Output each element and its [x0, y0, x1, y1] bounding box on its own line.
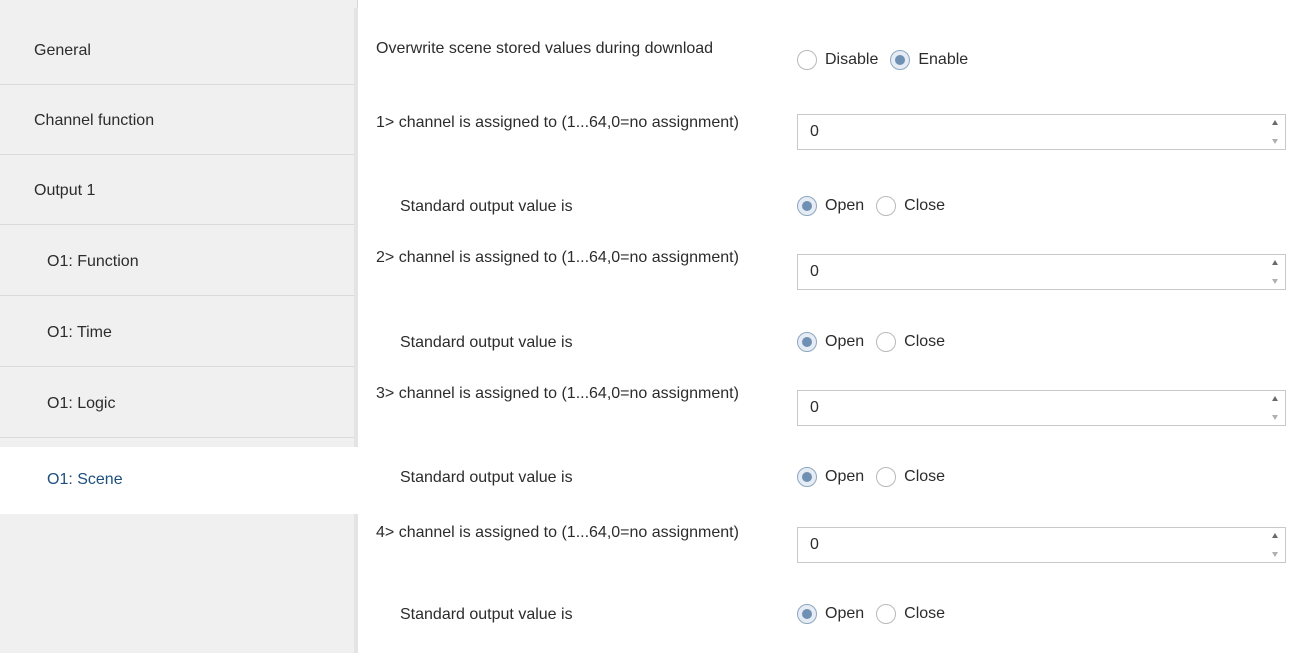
sidebar-item-label: Output 1 [34, 182, 96, 199]
radio-unchecked-icon [797, 50, 817, 70]
arrow-up-icon[interactable] [1272, 260, 1278, 265]
channel-1-output-radio-group: Open Close [797, 196, 957, 216]
radio-checked-icon [797, 332, 817, 352]
sidebar-item-general[interactable]: General [0, 18, 355, 85]
radio-checked-icon [797, 604, 817, 624]
radio-label: Open [825, 333, 865, 350]
stepper-value: 0 [810, 536, 819, 553]
stepper-value: 0 [810, 123, 819, 140]
channel-3-output-label: Standard output value is [400, 469, 573, 486]
arrow-down-icon[interactable] [1272, 415, 1278, 420]
sidebar-item-o1-time[interactable]: O1: Time [0, 300, 355, 367]
radio-checked-icon [890, 50, 911, 70]
channel-3-assign-stepper[interactable]: 0 [797, 390, 1286, 426]
radio-label: Close [904, 333, 946, 350]
parameter-panel: Overwrite scene stored values during dow… [360, 0, 1299, 653]
channel-3-close-radio[interactable]: Close [876, 467, 945, 487]
channel-2-output-radio-group: Open Close [797, 332, 957, 352]
channel-4-assign-stepper[interactable]: 0 [797, 527, 1286, 563]
radio-checked-icon [797, 467, 817, 487]
channel-4-open-radio[interactable]: Open [797, 604, 864, 624]
sidebar-item-label: General [34, 42, 91, 59]
sidebar-item-label: O1: Time [47, 324, 112, 341]
overwrite-radio-group: Disable Enable [797, 50, 980, 70]
channel-4-output-label: Standard output value is [400, 606, 573, 623]
sidebar-item-label: O1: Logic [47, 395, 116, 412]
arrow-down-icon[interactable] [1272, 139, 1278, 144]
channel-1-assign-label: 1> channel is assigned to (1...64,0=no a… [376, 114, 739, 131]
channel-1-assign-stepper[interactable]: 0 [797, 114, 1286, 150]
sidebar-item-output-1[interactable]: Output 1 [0, 158, 355, 225]
channel-1-output-label: Standard output value is [400, 198, 573, 215]
sidebar-item-channel-function[interactable]: Channel function [0, 88, 355, 155]
channel-2-assign-stepper[interactable]: 0 [797, 254, 1286, 290]
sidebar-item-o1-scene[interactable]: O1: Scene [0, 447, 360, 514]
radio-label: Disable [825, 51, 879, 68]
radio-label: Open [825, 197, 865, 214]
radio-label: Open [825, 605, 865, 622]
stepper-value: 0 [810, 399, 819, 416]
stepper-arrows[interactable] [1269, 396, 1281, 420]
radio-checked-icon [797, 196, 817, 216]
radio-label: Close [904, 605, 946, 622]
arrow-up-icon[interactable] [1272, 120, 1278, 125]
sidebar-item-label: O1: Function [47, 253, 139, 270]
arrow-up-icon[interactable] [1272, 396, 1278, 401]
arrow-down-icon[interactable] [1272, 552, 1278, 557]
channel-1-open-radio[interactable]: Open [797, 196, 864, 216]
channel-2-assign-label: 2> channel is assigned to (1...64,0=no a… [376, 249, 739, 266]
stepper-arrows[interactable] [1269, 533, 1281, 557]
arrow-up-icon[interactable] [1272, 533, 1278, 538]
channel-2-output-label: Standard output value is [400, 334, 573, 351]
radio-unchecked-icon [876, 467, 897, 487]
channel-4-output-radio-group: Open Close [797, 604, 957, 624]
sidebar-empty-area [0, 517, 355, 653]
radio-unchecked-icon [876, 332, 897, 352]
overwrite-enable-radio[interactable]: Enable [890, 50, 968, 70]
channel-1-close-radio[interactable]: Close [876, 196, 945, 216]
stepper-arrows[interactable] [1269, 120, 1281, 144]
sidebar-item-label: Channel function [34, 112, 155, 129]
overwrite-disable-radio[interactable]: Disable [797, 50, 878, 70]
channel-3-open-radio[interactable]: Open [797, 467, 864, 487]
channel-4-assign-label: 4> channel is assigned to (1...64,0=no a… [376, 524, 739, 541]
stepper-value: 0 [810, 263, 819, 280]
sidebar-item-o1-function[interactable]: O1: Function [0, 229, 355, 296]
radio-label: Open [825, 468, 865, 485]
channel-2-open-radio[interactable]: Open [797, 332, 864, 352]
radio-label: Enable [918, 51, 969, 68]
radio-label: Close [904, 468, 946, 485]
channel-2-close-radio[interactable]: Close [876, 332, 945, 352]
arrow-down-icon[interactable] [1272, 279, 1278, 284]
overwrite-label: Overwrite scene stored values during dow… [376, 40, 714, 57]
radio-unchecked-icon [876, 604, 897, 624]
channel-4-close-radio[interactable]: Close [876, 604, 945, 624]
sidebar-item-o1-logic[interactable]: O1: Logic [0, 371, 355, 438]
radio-unchecked-icon [876, 196, 897, 216]
stepper-arrows[interactable] [1269, 260, 1281, 284]
radio-label: Close [904, 197, 946, 214]
sidebar-item-label: O1: Scene [47, 471, 123, 488]
sidebar: General Channel function Output 1 O1: Fu… [0, 0, 360, 653]
channel-3-output-radio-group: Open Close [797, 467, 957, 487]
channel-3-assign-label: 3> channel is assigned to (1...64,0=no a… [376, 385, 739, 402]
